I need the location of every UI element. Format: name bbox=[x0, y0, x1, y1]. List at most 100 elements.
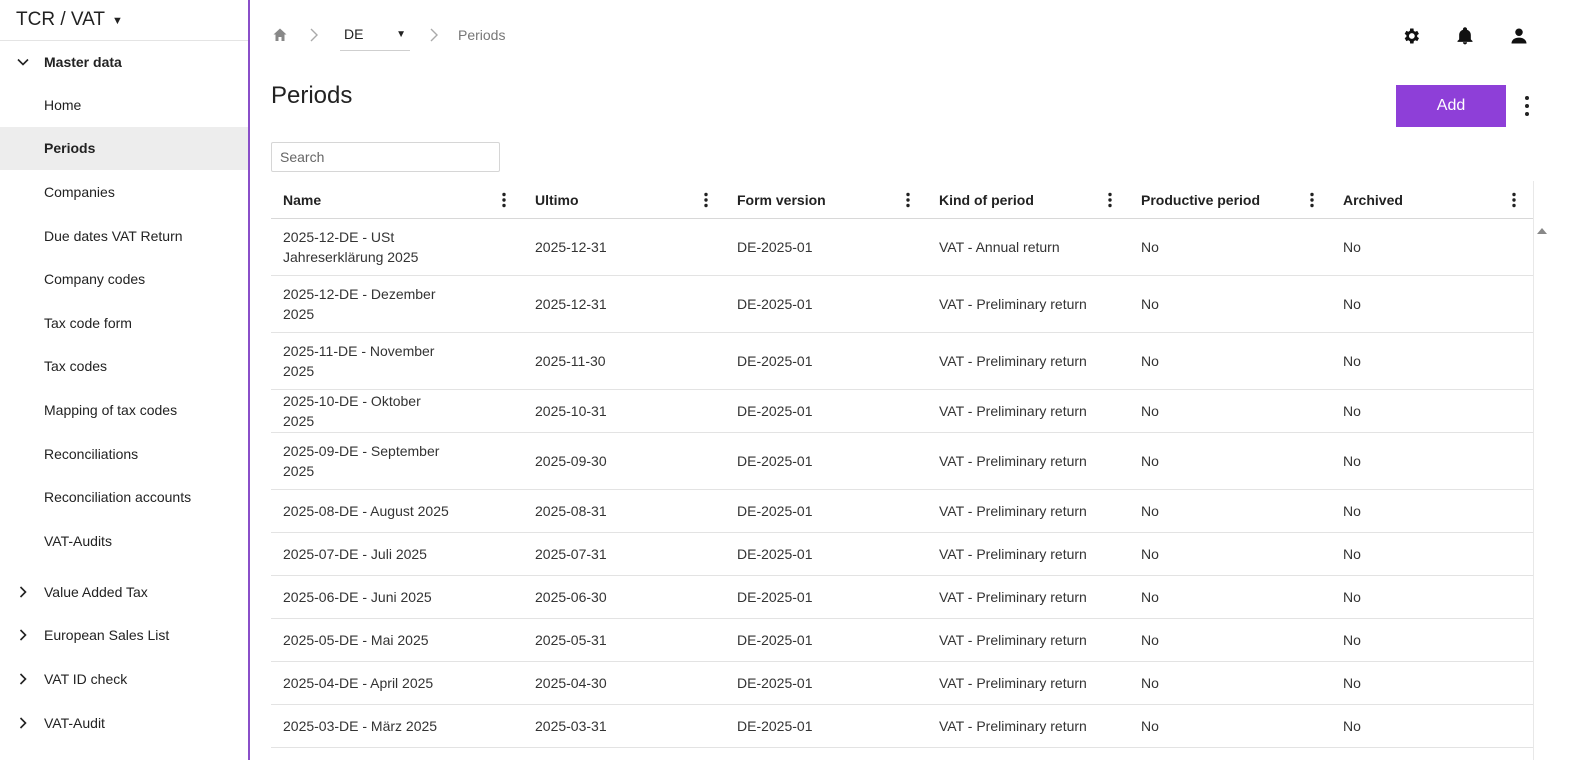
table-cell-form-version: DE-2025-01 bbox=[737, 353, 813, 369]
sidebar-item-mapping-of-tax-codes[interactable]: Mapping of tax codes bbox=[0, 388, 248, 432]
table-cell-productive-period: No bbox=[1141, 453, 1159, 469]
table-cell-ultimo: 2025-11-30 bbox=[535, 353, 606, 369]
sidebar: TCR / VAT ▼ Master data Home Periods Compa… bbox=[0, 0, 250, 760]
table-cell-ultimo: 2025-12-31 bbox=[535, 239, 607, 255]
table-cell-productive-period: No bbox=[1141, 353, 1159, 369]
scroll-up-icon[interactable] bbox=[1537, 222, 1547, 234]
table-cell-kind-of-period: VAT - Preliminary return bbox=[939, 503, 1087, 519]
user-icon[interactable] bbox=[1509, 26, 1529, 46]
sidebar-item-home[interactable]: Home bbox=[0, 83, 248, 127]
table-cell-ultimo: 2025-03-31 bbox=[535, 718, 607, 734]
sidebar-item-tax-codes[interactable]: Tax codes bbox=[0, 345, 248, 389]
home-icon[interactable] bbox=[272, 27, 288, 43]
sidebar-item-tax-code-form[interactable]: Tax code form bbox=[0, 301, 248, 345]
table-row[interactable]: 2025-11-DE - November 2025 2025-11-30 DE-2… bbox=[271, 333, 1533, 390]
table-cell-ultimo: 2025-08-31 bbox=[535, 503, 607, 519]
sidebar-item-due-dates-vat-return[interactable]: Due dates VAT Return bbox=[0, 214, 248, 258]
page-title: Periods bbox=[271, 82, 353, 109]
search-input[interactable] bbox=[271, 142, 500, 172]
sidebar-item-label: Tax codes bbox=[44, 358, 108, 375]
table-row[interactable]: 2025-06-DE - Juni 2025 2025-06-30 DE-2025-… bbox=[271, 576, 1533, 619]
table-cell-name: 2025-11-DE - November 2025 bbox=[283, 343, 435, 379]
table-cell-productive-period: No bbox=[1141, 546, 1159, 562]
table-cell-archived: No bbox=[1343, 675, 1361, 691]
column-header-form-version[interactable]: Form version bbox=[725, 181, 927, 218]
sidebar-group-label: European Sales List bbox=[44, 627, 170, 644]
add-button[interactable]: Add bbox=[1396, 85, 1506, 127]
table-row[interactable]: 2025-05-DE - Mai 2025 2025-05-31 DE-2025-0… bbox=[271, 619, 1533, 662]
table-cell-kind-of-period: VAT - Preliminary return bbox=[939, 718, 1087, 734]
chevron-right-icon bbox=[16, 628, 44, 642]
column-menu-icon[interactable] bbox=[1103, 191, 1117, 209]
app-title: TCR / VAT bbox=[16, 9, 106, 30]
table-cell-form-version: DE-2025-01 bbox=[737, 718, 813, 734]
sidebar-group-label: Value Added Tax bbox=[44, 583, 148, 600]
table-row[interactable]: 2025-08-DE - August 2025 2025-08-31 DE-202… bbox=[271, 490, 1533, 533]
sidebar-group-label: Master data bbox=[44, 54, 122, 70]
column-menu-icon[interactable] bbox=[1305, 191, 1319, 209]
settings-icon[interactable] bbox=[1401, 26, 1421, 46]
sidebar-group-vat-audit[interactable]: VAT-Audit bbox=[0, 701, 248, 745]
column-menu-icon[interactable] bbox=[901, 191, 915, 209]
sidebar-item-companies[interactable]: Companies bbox=[0, 170, 248, 214]
sidebar-item-vat-audits[interactable]: VAT-Audits bbox=[0, 519, 248, 563]
column-menu-icon[interactable] bbox=[699, 191, 713, 209]
table-cell-ultimo: 2025-05-31 bbox=[535, 632, 607, 648]
column-header-name[interactable]: Name bbox=[271, 181, 523, 218]
table-row[interactable]: 2025-10-DE - Oktober 2025 2025-10-31 DE-20… bbox=[271, 390, 1533, 433]
sidebar-group-vat-id-check[interactable]: VAT ID check bbox=[0, 657, 248, 701]
column-menu-icon[interactable] bbox=[497, 191, 511, 209]
sidebar-item-label: Tax code form bbox=[44, 314, 132, 331]
column-menu-icon[interactable] bbox=[1507, 191, 1521, 209]
table-body: 2025-12-DE - USt Jahreserklärung 2025 202… bbox=[271, 219, 1533, 748]
table-scrollbar[interactable] bbox=[1533, 181, 1549, 760]
sidebar-group-value-added-tax[interactable]: Value Added Tax bbox=[0, 570, 248, 614]
sidebar-item-label: Due dates VAT Return bbox=[44, 227, 183, 244]
table-row[interactable]: 2025-03-DE - März 2025 2025-03-31 DE-2025-… bbox=[271, 705, 1533, 748]
table-cell-kind-of-period: VAT - Preliminary return bbox=[939, 675, 1087, 691]
column-header-ultimo[interactable]: Ultimo bbox=[523, 181, 725, 218]
table-row[interactable]: 2025-07-DE - Juli 2025 2025-07-31 DE-2025-… bbox=[271, 533, 1533, 576]
column-header-label: Ultimo bbox=[535, 191, 579, 208]
app-switcher[interactable]: TCR / VAT ▼ bbox=[0, 0, 248, 41]
sidebar-item-company-codes[interactable]: Company codes bbox=[0, 257, 248, 301]
table-cell-productive-period: No bbox=[1141, 403, 1159, 419]
chevron-right-icon bbox=[308, 27, 320, 43]
sidebar-group-label: VAT ID check bbox=[44, 670, 128, 687]
table-cell-archived: No bbox=[1343, 632, 1361, 648]
column-header-label: Form version bbox=[737, 191, 826, 208]
table-cell-form-version: DE-2025-01 bbox=[737, 453, 813, 469]
sidebar-collapsed-groups: Value Added Tax European Sales List VAT ID… bbox=[0, 570, 248, 744]
table-row[interactable]: 2025-09-DE - September 2025 2025-09-30 DE-… bbox=[271, 433, 1533, 490]
column-header-productive-period[interactable]: Productive period bbox=[1129, 181, 1331, 218]
sidebar-item-label: Periods bbox=[44, 140, 96, 157]
table-cell-archived: No bbox=[1343, 296, 1361, 312]
bell-icon[interactable] bbox=[1455, 26, 1475, 46]
column-header-archived[interactable]: Archived bbox=[1331, 181, 1533, 218]
sidebar-item-reconciliations[interactable]: Reconciliations bbox=[0, 432, 248, 476]
table-row[interactable]: 2025-04-DE - April 2025 2025-04-30 DE-2025… bbox=[271, 662, 1533, 705]
table-cell-form-version: DE-2025-01 bbox=[737, 632, 813, 648]
table-cell-name: 2025-12-DE - USt Jahreserklärung 2025 bbox=[283, 229, 419, 265]
more-vert-icon[interactable] bbox=[1515, 92, 1539, 120]
table-cell-kind-of-period: VAT - Preliminary return bbox=[939, 546, 1087, 562]
country-select[interactable]: DE ▼ bbox=[340, 18, 410, 51]
sidebar-item-periods[interactable]: Periods bbox=[0, 126, 248, 171]
chevron-right-icon bbox=[16, 672, 44, 686]
table-cell-name: 2025-03-DE - März 2025 bbox=[283, 718, 438, 734]
table-row[interactable]: 2025-12-DE - USt Jahreserklärung 2025 202… bbox=[271, 219, 1533, 276]
column-header-label: Kind of period bbox=[939, 191, 1034, 208]
table-row[interactable]: 2025-12-DE - Dezember 2025 2025-12-31 DE-2… bbox=[271, 276, 1533, 333]
sidebar-item-reconciliation-accounts[interactable]: Reconciliation accounts bbox=[0, 475, 248, 519]
table-cell-form-version: DE-2025-01 bbox=[737, 546, 813, 562]
sidebar-item-label: Mapping of tax codes bbox=[44, 401, 178, 418]
table-cell-productive-period: No bbox=[1141, 718, 1159, 734]
sidebar-group-european-sales-list[interactable]: European Sales List bbox=[0, 614, 248, 658]
sidebar-item-label: Company codes bbox=[44, 271, 146, 288]
table-cell-kind-of-period: VAT - Preliminary return bbox=[939, 632, 1087, 648]
table-cell-productive-period: No bbox=[1141, 503, 1159, 519]
sidebar-group-label: VAT-Audit bbox=[44, 714, 105, 731]
column-header-kind-of-period[interactable]: Kind of period bbox=[927, 181, 1129, 218]
sidebar-group-master-data[interactable]: Master data bbox=[0, 41, 248, 83]
table-cell-productive-period: No bbox=[1141, 589, 1159, 605]
